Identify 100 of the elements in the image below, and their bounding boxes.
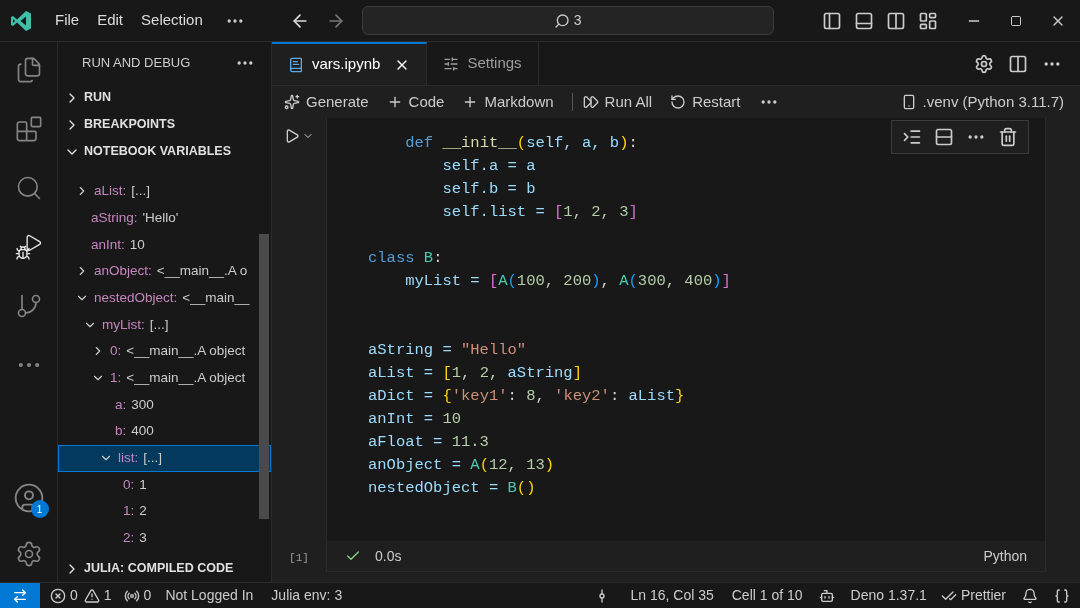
menu-item[interactable]: Edit <box>97 9 124 32</box>
code-line: aFloat = 11.3 <box>368 432 489 453</box>
section-title: NOTEBOOK VARIABLES <box>84 143 231 161</box>
remote-button[interactable] <box>0 583 40 608</box>
cell-indicator[interactable]: Cell 1 of 10 <box>731 585 803 606</box>
layout-icon[interactable] <box>918 10 938 31</box>
error-icon[interactable] <box>50 587 66 604</box>
tab-label: vars.ipynb <box>312 54 381 75</box>
restart-icon <box>670 94 687 110</box>
toolbar-button[interactable]: Restart <box>670 90 741 114</box>
code-line: aString = "Hello" <box>368 340 527 361</box>
cell-language[interactable]: Python <box>983 545 1027 567</box>
editor-tab[interactable]: vars.ipynb <box>272 42 428 85</box>
run-cell-icon[interactable] <box>284 128 300 144</box>
code-line: aList = [1, 2, aString] <box>368 363 582 384</box>
variable-row[interactable]: 0: 1 <box>58 471 271 499</box>
account-icon[interactable] <box>12 482 45 514</box>
section-title: BREAKPOINTS <box>84 116 175 134</box>
notifications-icon[interactable] <box>1022 587 1038 604</box>
braces-icon[interactable] <box>1054 587 1070 604</box>
variable-name: nestedObject: <box>94 288 178 307</box>
variable-name: 0: <box>123 475 135 494</box>
code-line: self.list = [1, 2, 3] <box>441 202 638 223</box>
variable-row[interactable]: aString: 'Hello' <box>58 204 271 232</box>
account-status[interactable]: Not Logged In <box>165 585 254 606</box>
tab-label: Settings <box>467 53 522 74</box>
variable-row[interactable]: anInt: 10 <box>58 231 271 259</box>
variable-value: 300 <box>131 395 154 414</box>
app-logo-icon <box>9 8 33 33</box>
section-header[interactable]: NOTEBOOK VARIABLES <box>58 138 271 165</box>
copilot-icon[interactable] <box>818 587 835 604</box>
toolbar-button[interactable]: Run All <box>582 90 653 114</box>
editor-tab[interactable]: Settings <box>427 42 539 85</box>
run-by-line-icon[interactable] <box>902 127 922 147</box>
settings-icon[interactable] <box>974 53 994 74</box>
code-line: self.a = a <box>441 156 536 177</box>
variable-row[interactable]: a: 300 <box>58 391 271 419</box>
extensions-icon[interactable] <box>14 115 43 143</box>
variable-name: anObject: <box>94 262 152 281</box>
variable-row[interactable]: aList: [...] <box>58 178 271 205</box>
variable-name: list: <box>118 449 139 468</box>
toolbar-button[interactable]: Code <box>386 90 445 114</box>
runtime-version[interactable]: Deno 1.37.1 <box>850 585 927 606</box>
split-editor-icon[interactable] <box>1008 53 1028 74</box>
menu-item[interactable]: Selection <box>141 9 203 32</box>
variable-value: 400 <box>131 422 154 441</box>
execution-count: [1] <box>289 550 309 566</box>
section-title: RUN <box>84 89 112 107</box>
variable-row[interactable]: 1: 2 <box>58 498 271 525</box>
section-header[interactable]: BREAKPOINTS <box>58 111 271 138</box>
menu-item[interactable]: File <box>55 9 80 32</box>
run-debug-icon[interactable] <box>14 233 43 261</box>
variable-row[interactable]: nestedObject: <__main__ <box>58 284 271 312</box>
panel-bottom-icon[interactable] <box>854 10 874 31</box>
cursor-position[interactable]: Ln 16, Col 35 <box>630 585 714 606</box>
search-field[interactable]: 3 <box>361 6 774 35</box>
kernel-picker[interactable]: .venv (Python 3.11.7) <box>900 90 1064 114</box>
variable-name: a: <box>115 395 127 414</box>
section-header[interactable]: JULIA: COMPILED CODE <box>58 555 271 582</box>
variable-row[interactable]: b: 400 <box>58 418 271 445</box>
notification-badge: 1 <box>30 500 49 518</box>
variable-value: 1 <box>139 475 147 494</box>
columns-icon[interactable] <box>886 10 906 31</box>
code-line: aDict = {'key1': 8, 'key2': aList} <box>368 386 685 407</box>
variable-value: <__main__.A object <box>126 369 246 388</box>
variable-name: 1: <box>110 369 122 388</box>
variable-row[interactable]: myList: [...] <box>58 311 271 339</box>
variable-name: myList: <box>102 315 145 334</box>
delete-icon[interactable] <box>998 127 1018 147</box>
toolbar-button[interactable]: Markdown <box>462 90 554 114</box>
variable-value: [...] <box>149 315 169 334</box>
variable-row[interactable]: 2: 3 <box>58 524 271 552</box>
panel-left-icon[interactable] <box>822 10 842 31</box>
variable-row[interactable]: anObject: <__main__.A o <box>58 258 271 285</box>
variable-row[interactable]: list: [...] <box>58 444 271 472</box>
variable-row[interactable]: 0: <__main__.A object <box>58 338 271 365</box>
remote-icon <box>12 587 28 604</box>
split-cell-icon[interactable] <box>934 127 954 147</box>
section-title: JULIA: COMPILED CODE <box>84 560 234 578</box>
variable-value: 3 <box>139 529 147 548</box>
section-header[interactable]: RUN <box>58 84 271 111</box>
formatter-status[interactable]: Prettier <box>960 585 1006 606</box>
variable-value: 10 <box>129 235 145 254</box>
julia-env[interactable]: Julia env: 3 <box>271 585 343 606</box>
warning-count[interactable]: 1 <box>103 585 112 606</box>
ports-count[interactable]: 0 <box>143 585 152 606</box>
notebook-icon <box>288 56 304 73</box>
warning-icon[interactable] <box>83 587 100 604</box>
code-line: class B: <box>368 248 443 269</box>
error-count[interactable]: 0 <box>70 585 78 606</box>
variable-value: [...] <box>143 449 162 468</box>
search-text: 3 <box>573 11 582 30</box>
variable-name: b: <box>115 422 127 441</box>
variable-value: <__main__.A object <box>126 342 246 361</box>
toolbar-button[interactable]: Generate <box>284 90 369 114</box>
scrollbar[interactable] <box>259 234 269 519</box>
search-icon <box>553 12 570 29</box>
maximize-icon[interactable] <box>1010 14 1022 27</box>
variable-name: aString: <box>91 208 138 227</box>
variable-row[interactable]: 1: <__main__.A object <box>58 364 271 392</box>
